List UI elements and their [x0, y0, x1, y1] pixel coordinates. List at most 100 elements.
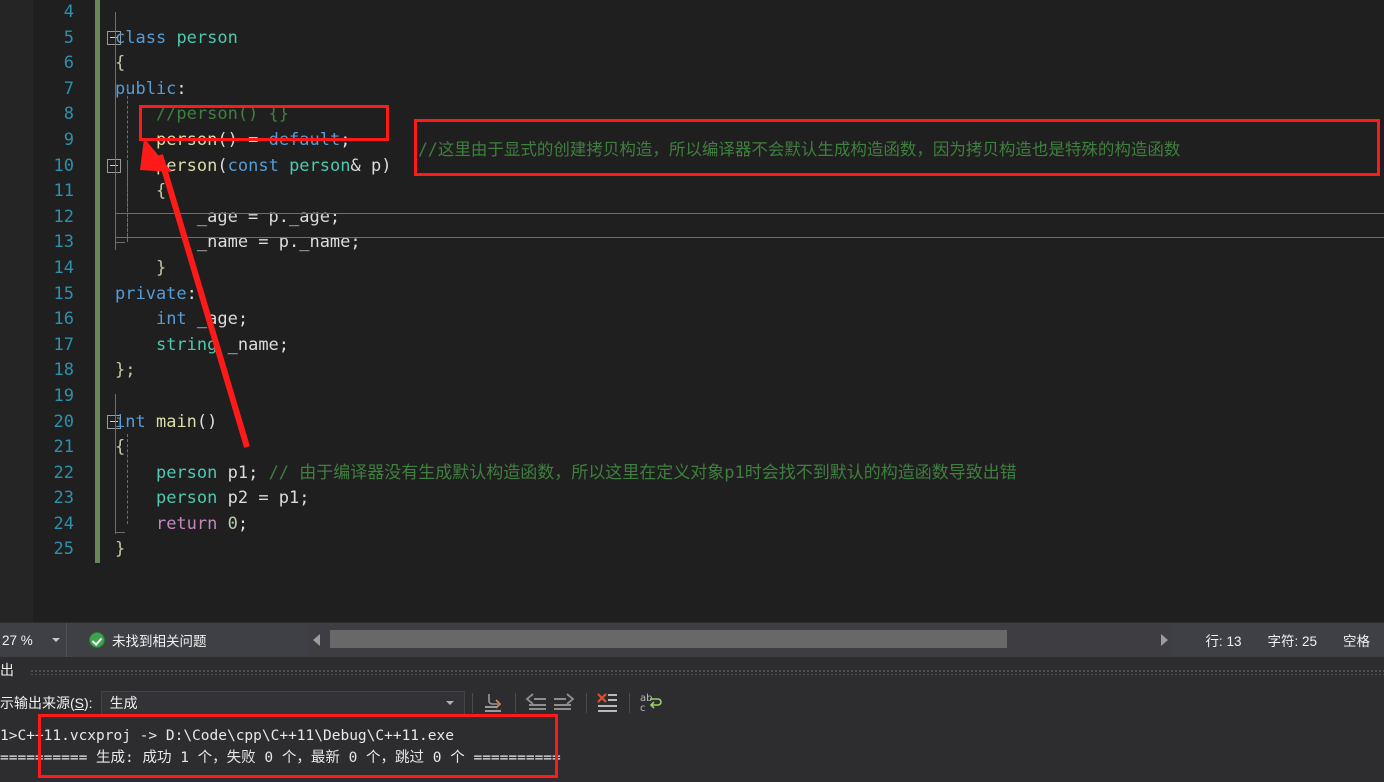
- code-line-text: public:: [115, 78, 187, 99]
- build-output-text: 1>C++11.vcxproj -> D:\Code\cpp\C++11\Deb…: [0, 723, 1384, 782]
- toolbar-separator: [514, 693, 516, 713]
- code-line[interactable]: 7 public:: [33, 76, 1384, 103]
- changed-line-indicator: [95, 127, 100, 154]
- code-line[interactable]: 6{: [33, 51, 1384, 77]
- horizontal-scrollbar[interactable]: [308, 624, 1172, 655]
- chevron-down-icon[interactable]: [445, 701, 454, 705]
- zoom-level-value: 27 %: [2, 632, 33, 648]
- line-number: 16: [53, 309, 74, 330]
- panel-drag-dots: [30, 669, 1384, 675]
- code-text-area[interactable]: 4 5 class person 6{7 public: 8 //person() {} 9…: [33, 0, 1384, 622]
- code-line-text: _age = p._age;: [115, 206, 341, 227]
- line-number: 12: [53, 206, 74, 227]
- code-line-text: {: [115, 53, 126, 74]
- line-number: 9: [63, 129, 74, 150]
- line-number: 4: [63, 2, 74, 22]
- code-line-text: }: [115, 539, 126, 560]
- line-number: 5: [63, 27, 74, 48]
- line-number: 17: [53, 334, 74, 355]
- code-line[interactable]: 19: [33, 383, 1384, 410]
- problems-status[interactable]: 未找到相关问题: [89, 630, 207, 650]
- changed-line-indicator: [95, 537, 100, 564]
- code-line[interactable]: 17 string _name;: [33, 332, 1384, 359]
- next-message-icon[interactable]: [551, 690, 579, 716]
- status-line-number: 行: 13: [1205, 633, 1242, 649]
- code-line-text: person() = default;: [155, 129, 351, 150]
- line-number: 13: [53, 232, 74, 253]
- output-line: 1>C++11.vcxproj -> D:\Code\cpp\C++11\Deb…: [0, 728, 454, 744]
- output-line: ========== 生成: 成功 1 个，失败 0 个，最新 0 个，跳过 0…: [0, 750, 561, 766]
- line-number: 22: [53, 462, 74, 483]
- code-line[interactable]: 25}: [33, 537, 1384, 564]
- line-number: 24: [53, 513, 74, 534]
- status-column-number: 字符: 25: [1267, 633, 1317, 649]
- code-line-text: {: [115, 181, 167, 202]
- line-number: 18: [53, 360, 74, 381]
- changed-line-indicator: [95, 511, 100, 538]
- horizontal-scrollbar-thumb[interactable]: [330, 630, 1007, 648]
- changed-line-indicator: [95, 179, 100, 205]
- code-line-text: person p2 = p1;: [155, 488, 310, 509]
- changed-line-indicator: [95, 307, 100, 333]
- changed-line-indicator: [95, 409, 100, 436]
- changed-line-indicator: [95, 383, 100, 410]
- go-to-message-icon[interactable]: [480, 690, 508, 716]
- line-number: 10: [53, 155, 74, 176]
- output-source-value: 生成: [109, 695, 138, 711]
- changed-line-indicator: [95, 255, 100, 282]
- line-number: 25: [53, 539, 74, 560]
- ctor-body-guide: [127, 163, 128, 241]
- code-line[interactable]: 23 person p2 = p1;: [33, 486, 1384, 512]
- changed-line-indicator: [95, 435, 100, 461]
- changed-line-indicator: [95, 332, 100, 359]
- previous-message-icon[interactable]: [523, 690, 551, 716]
- code-line[interactable]: 11 {: [33, 179, 1384, 205]
- output-toolbar: 示输出来源(S): 生成 ab c: [0, 687, 1384, 719]
- chevron-down-icon[interactable]: [52, 638, 60, 642]
- code-line[interactable]: 18};: [33, 358, 1384, 384]
- code-line[interactable]: 13 _name = p._name;: [33, 230, 1384, 256]
- output-panel: 出 示输出来源(S): 生成 ab c 1>C++11.vcxproj -> D…: [0, 657, 1384, 782]
- editor-left-margin: [0, 0, 33, 622]
- code-line[interactable]: 12 _age = p._age;: [33, 204, 1384, 231]
- code-line[interactable]: 21 {: [33, 435, 1384, 461]
- code-line-text: {: [115, 437, 126, 458]
- class-scope-guide-end: [115, 242, 116, 250]
- code-editor[interactable]: 4 5 class person 6{7 public: 8 //person() {} 9…: [0, 0, 1384, 622]
- code-line[interactable]: 14 }: [33, 255, 1384, 282]
- changed-line-indicator: [95, 486, 100, 512]
- main-fold-foot: [115, 532, 125, 533]
- code-line[interactable]: 20 int main(): [33, 409, 1384, 436]
- code-line-text: string _name;: [155, 334, 290, 355]
- visual-studio-window: 4 5 class person 6{7 public: 8 //person() {} 9…: [0, 0, 1384, 782]
- code-line[interactable]: 22 person p1; // 由于编译器没有生成默认构造函数，所以这里在定义…: [33, 460, 1384, 487]
- zoom-level-control[interactable]: 27 %: [0, 622, 67, 658]
- line-number: 23: [53, 488, 74, 509]
- code-line-text: int _age;: [155, 309, 249, 330]
- code-line-text: return 0;: [155, 513, 249, 534]
- code-line[interactable]: 4: [33, 0, 1384, 26]
- code-line-text: int main(): [115, 411, 218, 432]
- line-number: 8: [63, 104, 74, 125]
- code-line[interactable]: 5 class person: [33, 25, 1384, 52]
- changed-line-indicator: [95, 102, 100, 128]
- output-source-label: 示输出来源(S):: [0, 695, 93, 711]
- main-scope-guide: [115, 394, 116, 530]
- clear-all-icon[interactable]: [594, 690, 622, 716]
- code-line[interactable]: 8 //person() {}: [33, 102, 1384, 128]
- code-line[interactable]: 15 private:: [33, 281, 1384, 308]
- scroll-left-arrow-icon[interactable]: [308, 624, 324, 655]
- changed-line-indicator: [95, 76, 100, 103]
- toolbar-separator: [471, 693, 473, 713]
- code-line[interactable]: 24 return 0;: [33, 511, 1384, 538]
- output-source-dropdown[interactable]: 生成: [100, 691, 465, 715]
- scroll-right-arrow-icon[interactable]: [1156, 624, 1172, 655]
- toggle-word-wrap-icon[interactable]: ab c: [637, 690, 665, 716]
- code-line-text: class person: [115, 27, 238, 48]
- line-number: 15: [53, 283, 74, 304]
- code-line[interactable]: 16 int _age;: [33, 307, 1384, 333]
- class-fold-foot: [115, 242, 125, 243]
- changed-line-indicator: [95, 0, 100, 26]
- caret-position-group: 行: 13 字符: 25 空格: [1205, 622, 1384, 657]
- class-scope-guide: [115, 12, 116, 242]
